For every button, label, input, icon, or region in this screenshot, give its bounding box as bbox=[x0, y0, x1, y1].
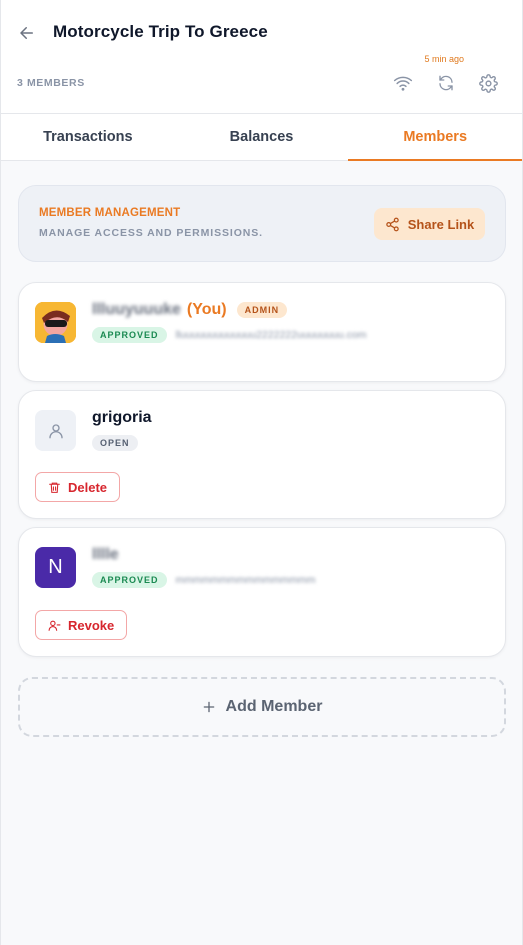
add-member-label: Add Member bbox=[225, 698, 323, 715]
last-updated: 5 min ago bbox=[424, 54, 464, 64]
member-name-row: lllle bbox=[92, 546, 119, 564]
member-name-row: llluuyuuuke (You) ADMIN bbox=[92, 301, 288, 319]
refresh-icon bbox=[439, 75, 453, 91]
tab-members[interactable]: Members bbox=[348, 114, 522, 161]
member-name-row: grigoria bbox=[92, 409, 152, 427]
share-link-button[interactable]: Share Link bbox=[374, 208, 485, 240]
role-badge: ADMIN bbox=[236, 302, 288, 318]
share-icon bbox=[386, 217, 399, 231]
avatar bbox=[35, 410, 76, 451]
status-badge: APPROVED bbox=[92, 572, 167, 588]
tab-bar: Transactions Balances Members bbox=[1, 114, 522, 161]
member-management-panel: MEMBER MANAGEMENT MANAGE ACCESS AND PERM… bbox=[18, 185, 506, 262]
wifi-icon bbox=[393, 76, 413, 91]
member-status-row: APPROVED mmmmmmmmmmmmmmmm bbox=[92, 572, 315, 588]
member-name: lllle bbox=[92, 546, 119, 563]
back-button[interactable] bbox=[15, 21, 39, 45]
delete-button[interactable]: Delete bbox=[35, 472, 121, 502]
user-minus-icon bbox=[48, 620, 61, 631]
wifi-status-button[interactable] bbox=[392, 72, 414, 94]
revoke-label: Revoke bbox=[68, 617, 115, 633]
member-email: lluuuuuuuuuuuuu2222222uuuuuuuu.com bbox=[175, 329, 367, 341]
trash-icon bbox=[49, 482, 60, 493]
user-photo-icon bbox=[35, 302, 76, 343]
revoke-button[interactable]: Revoke bbox=[35, 610, 128, 640]
gear-icon bbox=[478, 73, 498, 93]
share-link-label: Share Link bbox=[407, 216, 475, 232]
member-email: mmmmmmmmmmmmmmmm bbox=[175, 574, 316, 586]
avatar: N bbox=[35, 547, 76, 588]
member-card: llluuyuuuke (You) ADMIN APPROVED lluuuuu… bbox=[18, 282, 506, 382]
page-title: Motorcycle Trip To Greece bbox=[53, 22, 268, 41]
back-arrow-icon bbox=[20, 27, 33, 39]
status-badge: OPEN bbox=[92, 435, 138, 451]
member-name: grigoria bbox=[92, 409, 152, 426]
member-card: grigoria OPEN Delete bbox=[18, 390, 506, 519]
person-icon bbox=[48, 423, 63, 438]
management-subtitle: MANAGE ACCESS AND PERMISSIONS. bbox=[39, 227, 263, 239]
tab-balances[interactable]: Balances bbox=[175, 114, 349, 160]
app-header: Motorcycle Trip To Greece 3 MEMBERS 5 mi… bbox=[1, 0, 522, 114]
tab-transactions[interactable]: Transactions bbox=[1, 114, 175, 160]
member-status-row: OPEN bbox=[92, 435, 138, 451]
plus-icon bbox=[203, 701, 214, 713]
add-member-button[interactable]: Add Member bbox=[18, 677, 506, 737]
refresh-button[interactable] bbox=[435, 72, 457, 94]
status-badge: APPROVED bbox=[92, 327, 167, 343]
delete-label: Delete bbox=[68, 479, 108, 495]
you-label: (You) bbox=[186, 301, 227, 318]
avatar bbox=[35, 302, 76, 343]
member-name: llluuyuuuke bbox=[92, 301, 181, 318]
management-title: MEMBER MANAGEMENT bbox=[39, 207, 181, 219]
settings-button[interactable] bbox=[477, 72, 499, 94]
member-status-row: APPROVED lluuuuuuuuuuuuu2222222uuuuuuuu.… bbox=[92, 327, 366, 343]
members-count: 3 MEMBERS bbox=[17, 77, 85, 89]
member-card: N lllle APPROVED mmmmmmmmmmmmmmmm Revoke bbox=[18, 527, 506, 657]
